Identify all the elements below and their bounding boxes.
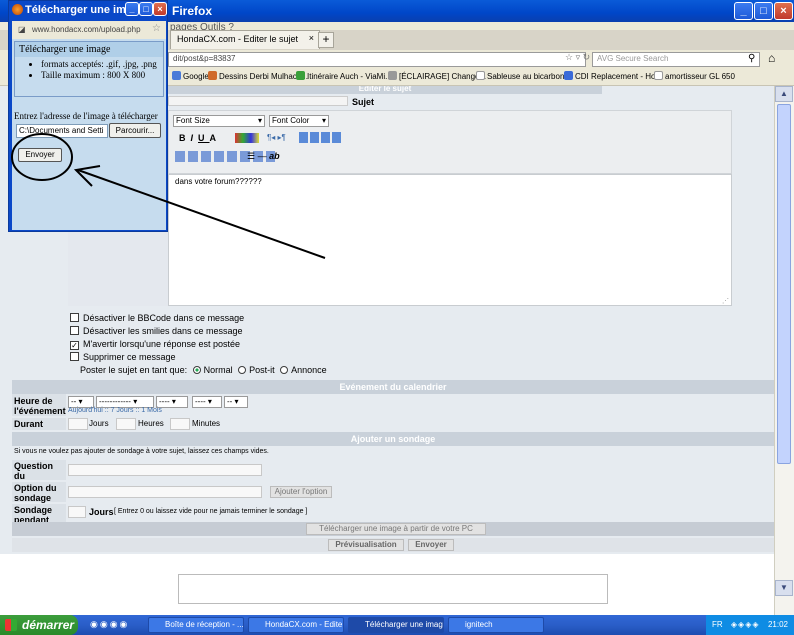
taskbar: démarrer ◉◉◉◉ Boîte de réception - ... H…: [0, 615, 794, 635]
annotation-arrow-line: [77, 169, 326, 259]
task-hondacx[interactable]: HondaCX.com - Edite...: [248, 617, 344, 633]
windows-logo-icon: [5, 619, 17, 631]
start-button[interactable]: démarrer: [0, 615, 78, 635]
task-ignitech[interactable]: ignitech: [448, 617, 544, 633]
quicklaunch-icons[interactable]: ◉◉◉◉: [90, 619, 129, 630]
annotation-overlay: [11, 133, 326, 259]
tray-icons[interactable]: ◈◈◈◈: [731, 620, 760, 629]
annotation-circle: [11, 133, 73, 181]
clock: 21:02: [767, 620, 788, 629]
system-tray: FR ◈◈◈◈ 21:02: [706, 615, 794, 635]
language-indicator[interactable]: FR: [712, 620, 723, 629]
task-inbox[interactable]: Boîte de réception - ...: [148, 617, 244, 633]
task-upload[interactable]: Télécharger une imag...: [348, 617, 444, 633]
